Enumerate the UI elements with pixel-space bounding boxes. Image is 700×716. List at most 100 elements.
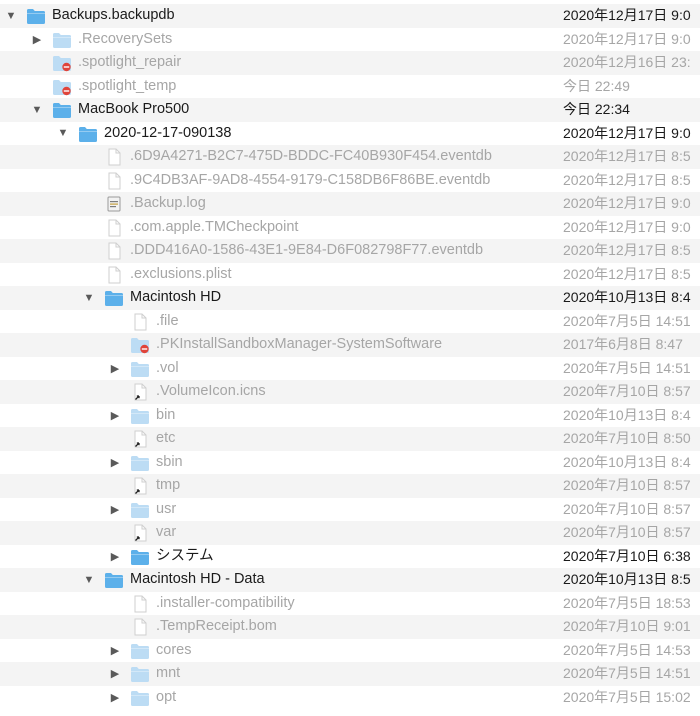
item-date-modified: 2020年12月17日 9:0 [563, 124, 691, 141]
disclosure-triangle-collapsed-icon[interactable]: ▶ [108, 498, 122, 522]
item-name: .Backup.log [130, 195, 206, 211]
item-name: tmp [156, 477, 181, 493]
disclosure-triangle-collapsed-icon[interactable]: ▶ [108, 451, 122, 475]
disclosure-triangle-expanded-icon[interactable]: ▼ [82, 286, 96, 310]
item-date-modified: 2020年12月16日 23: [563, 54, 691, 70]
alias-icon [130, 430, 150, 448]
item-date-modified: 2020年7月5日 14:51 [563, 359, 691, 376]
list-item[interactable]: ▼ MacBook Pro500 今日 22:34 [0, 98, 700, 122]
item-name: Backups.backupdb [52, 7, 175, 23]
list-item[interactable]: .installer-compatibility 2020年7月5日 18:53 [0, 592, 700, 616]
list-item[interactable]: .spotlight_repair 2020年12月16日 23: [0, 51, 700, 75]
item-date-modified: 2020年12月17日 8:5 [563, 242, 691, 258]
list-item[interactable]: ▶ sbin 2020年10月13日 8:4 [0, 451, 700, 475]
list-item[interactable]: tmp 2020年7月10日 8:57 [0, 474, 700, 498]
folder-icon [104, 289, 124, 307]
list-item[interactable]: .PKInstallSandboxManager-SystemSoftware 2… [0, 333, 700, 357]
item-date-modified: 2020年7月10日 9:01 [563, 618, 691, 634]
item-name: .6D9A4271-B2C7-475D-BDDC-FC40B930F454.ev… [130, 148, 492, 164]
list-item[interactable]: .VolumeIcon.icns 2020年7月10日 8:57 [0, 380, 700, 404]
item-date-modified: 2020年12月17日 8:5 [563, 148, 691, 164]
list-item[interactable]: .9C4DB3AF-9AD8-4554-9179-C158DB6F86BE.ev… [0, 169, 700, 193]
list-item[interactable]: .spotlight_temp 今日 22:49 [0, 75, 700, 99]
disclosure-triangle-collapsed-icon[interactable]: ▶ [30, 28, 44, 52]
disclosure-triangle-expanded-icon[interactable]: ▼ [56, 122, 70, 146]
list-item[interactable]: ▶ mnt 2020年7月5日 14:51 [0, 662, 700, 686]
item-date-modified: 2020年10月13日 8:4 [563, 453, 691, 470]
log-file-icon [104, 195, 124, 213]
document-icon [104, 172, 124, 190]
list-item[interactable]: ▶ opt 2020年7月5日 15:02 [0, 686, 700, 710]
folder-icon [130, 689, 150, 707]
list-item[interactable]: ▼ 2020-12-17-090138 2020年12月17日 9:0 [0, 122, 700, 146]
document-icon [130, 595, 150, 613]
item-date-modified: 2020年12月17日 8:5 [563, 265, 691, 282]
folder-icon [130, 665, 150, 683]
folder-icon [26, 7, 46, 25]
list-item[interactable]: ▶ bin 2020年10月13日 8:4 [0, 404, 700, 428]
list-item[interactable]: ▶ .vol 2020年7月5日 14:51 [0, 357, 700, 381]
item-date-modified: 2020年10月13日 8:4 [563, 406, 691, 423]
list-item[interactable]: ▶ システム 2020年7月10日 6:38 [0, 545, 700, 569]
item-name: .RecoverySets [78, 30, 173, 47]
folder-icon [78, 125, 98, 143]
item-date-modified: 2020年7月5日 14:53 [563, 641, 691, 658]
list-item[interactable]: .TempReceipt.bom 2020年7月10日 9:01 [0, 615, 700, 639]
item-name: Macintosh HD [130, 289, 222, 305]
item-date-modified: 2020年7月5日 15:02 [563, 688, 691, 705]
list-item[interactable]: .Backup.log 2020年12月17日 9:0 [0, 192, 700, 216]
item-date-modified: 2020年7月5日 14:51 [563, 312, 691, 329]
item-name: mnt [156, 665, 181, 681]
folder-icon [130, 454, 150, 472]
alias-icon [130, 524, 150, 542]
disclosure-triangle-collapsed-icon[interactable]: ▶ [108, 545, 122, 569]
folder-icon [130, 360, 150, 378]
item-name: .installer-compatibility [156, 594, 295, 611]
disclosure-triangle-collapsed-icon[interactable]: ▶ [108, 639, 122, 663]
list-item[interactable]: .file 2020年7月5日 14:51 [0, 310, 700, 334]
file-list-view[interactable]: ▼ Backups.backupdb 2020年12月17日 9:0 ▶ .Recove… [0, 0, 700, 716]
item-name: MacBook Pro500 [78, 101, 190, 117]
list-item[interactable]: ▶ .RecoverySets 2020年12月17日 9:0 [0, 28, 700, 52]
folder-icon [130, 642, 150, 660]
list-item[interactable]: ▶ cores 2020年7月5日 14:53 [0, 639, 700, 663]
item-date-modified: 2020年12月17日 8:5 [563, 171, 691, 188]
disclosure-triangle-collapsed-icon[interactable]: ▶ [108, 686, 122, 710]
item-name: .VolumeIcon.icns [156, 383, 266, 399]
item-name: opt [156, 688, 177, 705]
list-item[interactable]: .DDD416A0-1586-43E1-9E84-D6F082798F77.ev… [0, 239, 700, 263]
list-item[interactable]: ▼ Macintosh HD - Data 2020年10月13日 8:5 [0, 568, 700, 592]
list-item[interactable]: ▶ usr 2020年7月10日 8:57 [0, 498, 700, 522]
item-name: .9C4DB3AF-9AD8-4554-9179-C158DB6F86BE.ev… [130, 171, 491, 188]
disclosure-triangle-expanded-icon[interactable]: ▼ [82, 568, 96, 592]
list-item[interactable]: ▼ Backups.backupdb 2020年12月17日 9:0 [0, 4, 700, 28]
item-date-modified: 今日 22:49 [563, 77, 630, 94]
list-item[interactable]: ▼ Macintosh HD 2020年10月13日 8:4 [0, 286, 700, 310]
disclosure-triangle-collapsed-icon[interactable]: ▶ [108, 404, 122, 428]
disclosure-triangle-collapsed-icon[interactable]: ▶ [108, 357, 122, 381]
item-date-modified: 2020年12月17日 9:0 [563, 30, 691, 47]
item-date-modified: 2020年7月10日 8:57 [563, 383, 691, 399]
item-name: cores [156, 641, 192, 658]
folder-restricted-icon [52, 78, 72, 96]
item-name: etc [156, 430, 176, 446]
item-date-modified: 2020年7月5日 18:53 [563, 594, 691, 611]
document-icon [130, 313, 150, 331]
item-date-modified: 2020年7月5日 14:51 [563, 665, 691, 681]
item-date-modified: 2020年12月17日 9:0 [563, 7, 691, 23]
list-item[interactable]: var 2020年7月10日 8:57 [0, 521, 700, 545]
list-item[interactable]: .exclusions.plist 2020年12月17日 8:5 [0, 263, 700, 287]
item-date-modified: 2020年12月17日 9:0 [563, 195, 691, 211]
disclosure-triangle-expanded-icon[interactable]: ▼ [30, 98, 44, 122]
disclosure-triangle-collapsed-icon[interactable]: ▶ [108, 662, 122, 686]
disclosure-triangle-expanded-icon[interactable]: ▼ [4, 4, 18, 28]
list-item[interactable]: etc 2020年7月10日 8:50 [0, 427, 700, 451]
item-name: sbin [156, 453, 183, 470]
document-icon [104, 219, 124, 237]
list-item[interactable]: .com.apple.TMCheckpoint 2020年12月17日 9:0 [0, 216, 700, 240]
document-icon [130, 618, 150, 636]
folder-icon [130, 501, 150, 519]
list-item[interactable]: .6D9A4271-B2C7-475D-BDDC-FC40B930F454.ev… [0, 145, 700, 169]
item-name: .TempReceipt.bom [156, 618, 277, 634]
item-name: .spotlight_repair [78, 54, 182, 70]
